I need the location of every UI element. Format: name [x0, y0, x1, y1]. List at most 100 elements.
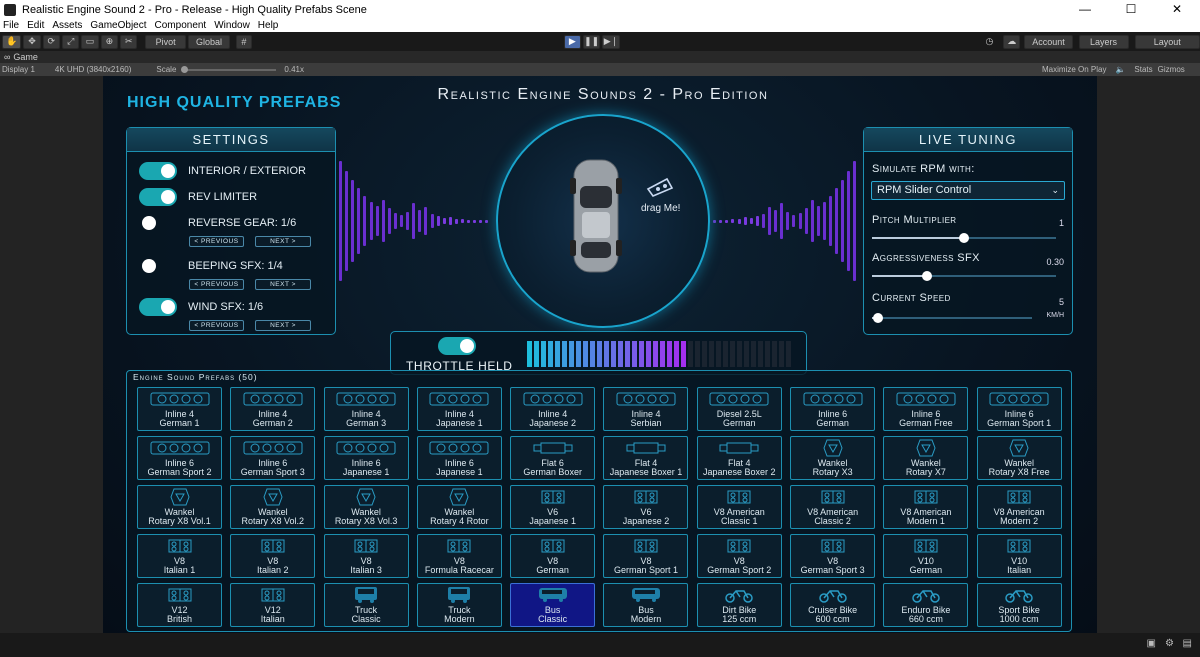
grid-snap-icon[interactable]: #: [236, 34, 252, 49]
prefab-button[interactable]: V8 American Modern 2: [976, 485, 1062, 529]
prefab-button[interactable]: V8 Italian 3: [323, 534, 409, 578]
tab-game[interactable]: Game: [13, 52, 38, 62]
menu-window[interactable]: Window: [214, 20, 250, 31]
sports-car-icon[interactable]: [566, 156, 626, 276]
prefab-button[interactable]: V8 Italian 1: [137, 534, 222, 578]
prefab-button[interactable]: Wankel Rotary X3: [790, 436, 876, 480]
prefab-button[interactable]: Inline 4 German 3: [323, 387, 409, 431]
prefab-button[interactable]: Inline 6 Japanese 1: [323, 436, 409, 480]
maximize-button[interactable]: ☐: [1108, 0, 1154, 19]
scale-slider-thumb[interactable]: [181, 65, 189, 73]
menu-assets[interactable]: Assets: [52, 20, 82, 31]
prefab-button[interactable]: V12 Italian: [230, 583, 316, 627]
prefab-button[interactable]: V8 German Sport 2: [696, 534, 782, 578]
reverse-next-button[interactable]: NEXT >: [255, 236, 311, 247]
prefab-button[interactable]: V8 German Sport 3: [790, 534, 876, 578]
prefab-button[interactable]: Wankel Rotary 4 Rotor: [416, 485, 502, 529]
prefab-button[interactable]: V8 American Classic 1: [696, 485, 782, 529]
layout-dropdown[interactable]: Layout: [1134, 34, 1200, 49]
aggressiveness-slider[interactable]: [872, 271, 1056, 281]
menu-help[interactable]: Help: [258, 20, 279, 31]
prefab-button[interactable]: Inline 4 German 1: [137, 387, 222, 431]
prefab-button[interactable]: Inline 6 German Sport 1: [976, 387, 1062, 431]
speed-slider-thumb[interactable]: [873, 313, 884, 323]
move-tool-icon[interactable]: ✥: [23, 34, 41, 49]
prefab-button[interactable]: V6 Japanese 1: [510, 485, 596, 529]
prefab-button[interactable]: Enduro Bike 660 ccm: [883, 583, 969, 627]
mute-audio-icon[interactable]: 🔈: [1115, 65, 1125, 74]
pivot-toggle[interactable]: Pivot: [145, 34, 186, 49]
reverse-gear-toggle[interactable]: [139, 214, 177, 232]
aggressiveness-slider-thumb[interactable]: [922, 271, 933, 281]
prefab-button[interactable]: Wankel Rotary X7: [883, 436, 969, 480]
hand-tool-icon[interactable]: ✋: [2, 34, 22, 49]
prefab-button[interactable]: Sport Bike 1000 ccm: [976, 583, 1062, 627]
prefab-button[interactable]: Inline 4 German 2: [230, 387, 316, 431]
speed-slider[interactable]: [872, 313, 1032, 323]
beeping-previous-button[interactable]: < PREVIOUS: [189, 279, 244, 290]
wind-next-button[interactable]: NEXT >: [255, 320, 311, 331]
prefab-button[interactable]: V8 Italian 2: [230, 534, 316, 578]
prefab-button[interactable]: Wankel Rotary X8 Vol.2: [230, 485, 316, 529]
rotate-tool-icon[interactable]: ⟳: [42, 34, 60, 49]
maximize-on-play-toggle[interactable]: Maximize On Play: [1042, 65, 1106, 74]
prefab-button[interactable]: Inline 6 German: [790, 387, 876, 431]
account-dropdown[interactable]: Account: [1024, 34, 1073, 49]
pitch-slider-thumb[interactable]: [959, 233, 969, 243]
menu-component[interactable]: Component: [155, 20, 207, 31]
play-button[interactable]: ▶: [563, 34, 581, 49]
scale-slider[interactable]: [181, 65, 277, 73]
prefab-button[interactable]: Bus Modern: [603, 583, 689, 627]
interior-toggle[interactable]: [139, 162, 177, 180]
prefab-button[interactable]: V8 German Sport 1: [603, 534, 689, 578]
prefab-button[interactable]: Inline 6 German Sport 3: [230, 436, 316, 480]
resolution-dropdown[interactable]: 4K UHD (3840x2160): [55, 65, 131, 74]
rev-limiter-toggle[interactable]: [139, 188, 177, 206]
status-icon-2[interactable]: ⚙: [1165, 638, 1174, 649]
transform-tool-icon[interactable]: ⊕: [100, 34, 119, 49]
prefab-button[interactable]: Inline 4 Serbian: [603, 387, 689, 431]
scale-tool-icon[interactable]: ⤢: [62, 34, 80, 49]
car-drag-area[interactable]: drag Me!: [496, 114, 710, 328]
prefab-button[interactable]: V12 British: [137, 583, 222, 627]
pause-button[interactable]: ❚❚: [582, 34, 601, 49]
prefab-button[interactable]: Flat 4 Japanese Boxer 1: [603, 436, 689, 480]
prefab-button[interactable]: Inline 6 Japanese 1: [416, 436, 502, 480]
throttle-toggle[interactable]: [438, 337, 476, 355]
prefab-button[interactable]: Wankel Rotary X8 Vol.1: [137, 485, 222, 529]
rpm-source-dropdown[interactable]: RPM Slider Control ⌄: [871, 181, 1065, 200]
prefab-button[interactable]: Wankel Rotary X8 Free: [976, 436, 1062, 480]
menu-file[interactable]: File: [3, 20, 19, 31]
prefab-button[interactable]: Inline 4 Japanese 1: [416, 387, 502, 431]
wind-previous-button[interactable]: < PREVIOUS: [189, 320, 244, 331]
cloud-icon[interactable]: ☁: [1003, 34, 1021, 49]
layers-dropdown[interactable]: Layers: [1078, 34, 1129, 49]
prefab-button[interactable]: V10 German: [883, 534, 969, 578]
prefab-button[interactable]: Inline 6 German Sport 2: [137, 436, 222, 480]
prefab-button[interactable]: Bus Classic: [510, 583, 596, 627]
prefab-button[interactable]: Wankel Rotary X8 Vol.3: [323, 485, 409, 529]
global-toggle[interactable]: Global: [187, 34, 231, 49]
prefab-button[interactable]: Dirt Bike 125 ccm: [696, 583, 782, 627]
rect-tool-icon[interactable]: ▭: [81, 34, 99, 49]
prefab-button[interactable]: Flat 6 German Boxer: [510, 436, 596, 480]
stats-toggle[interactable]: Stats: [1134, 65, 1152, 74]
prefab-button[interactable]: Cruiser Bike 600 ccm: [790, 583, 876, 627]
reverse-previous-button[interactable]: < PREVIOUS: [189, 236, 244, 247]
prefab-button[interactable]: Flat 4 Japanese Boxer 2: [696, 436, 782, 480]
prefab-button[interactable]: Truck Classic: [323, 583, 409, 627]
close-button[interactable]: ✕: [1154, 0, 1200, 19]
status-icon-1[interactable]: ▣: [1147, 638, 1156, 649]
prefab-button[interactable]: V6 Japanese 2: [603, 485, 689, 529]
prefab-button[interactable]: Inline 6 German Free: [883, 387, 969, 431]
step-button[interactable]: ▶❘: [602, 34, 620, 49]
prefab-button[interactable]: V8 American Classic 2: [790, 485, 876, 529]
pitch-slider[interactable]: [872, 233, 1056, 243]
history-icon[interactable]: ◷: [982, 35, 997, 49]
prefab-button[interactable]: V10 Italian: [976, 534, 1062, 578]
wind-toggle[interactable]: [139, 298, 177, 316]
prefab-button[interactable]: V8 American Modern 1: [883, 485, 969, 529]
display-dropdown[interactable]: Display 1: [2, 65, 35, 74]
minimize-button[interactable]: —: [1062, 0, 1108, 19]
custom-tool-icon[interactable]: ✂: [120, 34, 138, 49]
